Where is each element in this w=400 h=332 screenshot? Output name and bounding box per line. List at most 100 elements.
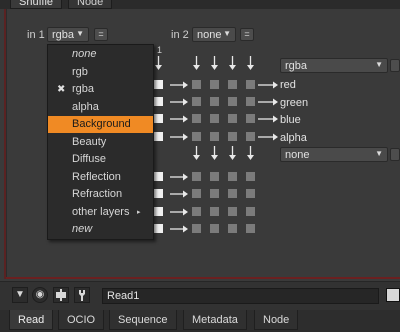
- top-tab-strip: Shuffle Node: [0, 0, 400, 9]
- in2-value: none: [197, 29, 222, 41]
- chevron-down-icon: ▼: [76, 29, 84, 38]
- collapse-triangle-icon[interactable]: ▼: [12, 287, 28, 303]
- lower-column-down-arrow-0: [192, 146, 201, 160]
- routing-checkbox[interactable]: [228, 224, 237, 233]
- wrench-icon[interactable]: [74, 287, 90, 303]
- menu-item-label: new: [72, 223, 93, 235]
- column-down-arrow-2: [210, 56, 219, 70]
- routing-checkbox[interactable]: [192, 132, 201, 141]
- routing-checkbox[interactable]: [210, 172, 219, 181]
- routing-checkbox[interactable]: [192, 207, 201, 216]
- menu-item-none[interactable]: none: [48, 46, 153, 63]
- out2-eq-button[interactable]: [390, 148, 400, 161]
- tab-read[interactable]: Read: [9, 310, 54, 330]
- menu-item-rgb[interactable]: rgb: [48, 64, 153, 81]
- tab-metadata[interactable]: Metadata: [183, 310, 247, 330]
- column-down-arrow-0: [154, 56, 163, 70]
- routing-checkbox[interactable]: [246, 132, 255, 141]
- menu-item-new[interactable]: new: [48, 221, 153, 238]
- routing-checkbox[interactable]: [228, 132, 237, 141]
- menu-item-reflection[interactable]: Reflection: [48, 169, 153, 186]
- routing-checkbox[interactable]: [210, 80, 219, 89]
- menu-item-beauty[interactable]: Beauty: [48, 134, 153, 151]
- tab-ocio[interactable]: OCIO: [58, 310, 105, 330]
- column-down-arrow-1: [192, 56, 201, 70]
- row-right-arrow: [170, 115, 188, 123]
- routing-checkbox[interactable]: [210, 224, 219, 233]
- input-channel-checkbox[interactable]: [154, 207, 163, 216]
- routing-checkbox[interactable]: [246, 224, 255, 233]
- lower-column-down-arrow-1: [210, 146, 219, 160]
- menu-item-label: rgb: [72, 66, 88, 78]
- lower-column-down-arrow-2: [228, 146, 237, 160]
- output-right-arrow: [258, 81, 278, 89]
- in1-layer-select[interactable]: rgba ▼: [47, 27, 89, 42]
- routing-checkbox[interactable]: [228, 80, 237, 89]
- routing-checkbox[interactable]: [210, 207, 219, 216]
- routing-checkbox[interactable]: [246, 189, 255, 198]
- routing-checkbox[interactable]: [192, 189, 201, 198]
- routing-checkbox[interactable]: [192, 80, 201, 89]
- routing-checkbox[interactable]: [210, 189, 219, 198]
- menu-item-other-layers[interactable]: other layers ▸: [48, 204, 153, 221]
- output-right-arrow: [258, 115, 278, 123]
- chevron-down-icon: ▼: [375, 60, 383, 69]
- routing-checkbox[interactable]: [192, 97, 201, 106]
- routing-checkbox[interactable]: [246, 97, 255, 106]
- routing-checkbox[interactable]: [246, 207, 255, 216]
- routing-checkbox[interactable]: [228, 172, 237, 181]
- routing-checkbox[interactable]: [246, 114, 255, 123]
- input-channel-checkbox[interactable]: [154, 132, 163, 141]
- menu-item-diffuse[interactable]: Diffuse: [48, 151, 153, 168]
- menu-item-alpha[interactable]: alpha: [48, 99, 153, 116]
- out1-eq-button[interactable]: [390, 59, 400, 72]
- output-channel-blue: blue: [280, 114, 301, 126]
- tab-shuffle[interactable]: Shuffle: [10, 0, 63, 9]
- routing-checkbox[interactable]: [210, 114, 219, 123]
- out1-value: rgba: [285, 60, 308, 72]
- input-channel-checkbox[interactable]: [154, 114, 163, 123]
- routing-checkbox[interactable]: [228, 97, 237, 106]
- panel-bottom-border: [6, 277, 400, 279]
- in1-label: in 1: [27, 29, 45, 41]
- in2-layer-select[interactable]: none ▼: [192, 27, 236, 42]
- routing-checkbox[interactable]: [228, 207, 237, 216]
- tab-sequence[interactable]: Sequence: [109, 310, 177, 330]
- routing-checkbox[interactable]: [210, 132, 219, 141]
- routing-checkbox[interactable]: [228, 189, 237, 198]
- node-graph-icon[interactable]: [53, 287, 69, 303]
- row-right-arrow: [170, 225, 188, 233]
- menu-item-background[interactable]: Background: [48, 116, 153, 133]
- eye-icon[interactable]: ◉: [32, 287, 48, 303]
- routing-checkbox[interactable]: [210, 97, 219, 106]
- output-right-arrow: [258, 98, 278, 106]
- row-right-arrow: [170, 98, 188, 106]
- menu-item-refraction[interactable]: Refraction: [48, 186, 153, 203]
- in2-eq-button[interactable]: =: [240, 28, 254, 41]
- input-channel-checkbox[interactable]: [154, 97, 163, 106]
- out2-layer-select[interactable]: none ▼: [280, 147, 388, 162]
- menu-item-label: Background: [72, 118, 131, 130]
- node-name-field[interactable]: Read1: [102, 288, 379, 304]
- tab-node[interactable]: Node: [254, 310, 299, 330]
- input-channel-checkbox[interactable]: [154, 80, 163, 89]
- input-channel-checkbox[interactable]: [154, 224, 163, 233]
- routing-checkbox[interactable]: [246, 80, 255, 89]
- in1-eq-button[interactable]: =: [94, 28, 108, 41]
- menu-item-rgba[interactable]: ✖ rgba: [48, 81, 153, 98]
- routing-checkbox[interactable]: [192, 114, 201, 123]
- lower-column-down-arrow-3: [246, 146, 255, 160]
- input-channel-checkbox[interactable]: [154, 172, 163, 181]
- out2-value: none: [285, 149, 310, 161]
- routing-checkbox[interactable]: [192, 172, 201, 181]
- menu-item-label: other layers: [72, 206, 130, 218]
- routing-checkbox[interactable]: [246, 172, 255, 181]
- bottom-tab-strip: Read OCIO Sequence Metadata Node: [0, 310, 400, 332]
- layer-dropdown-menu: none rgb ✖ rgba alpha Background Beauty D…: [47, 44, 154, 240]
- out1-layer-select[interactable]: rgba ▼: [280, 58, 388, 73]
- routing-checkbox[interactable]: [192, 224, 201, 233]
- input-channel-checkbox[interactable]: [154, 189, 163, 198]
- float-panel-icon[interactable]: [386, 288, 400, 302]
- routing-checkbox[interactable]: [228, 114, 237, 123]
- tab-node-top[interactable]: Node: [68, 0, 113, 9]
